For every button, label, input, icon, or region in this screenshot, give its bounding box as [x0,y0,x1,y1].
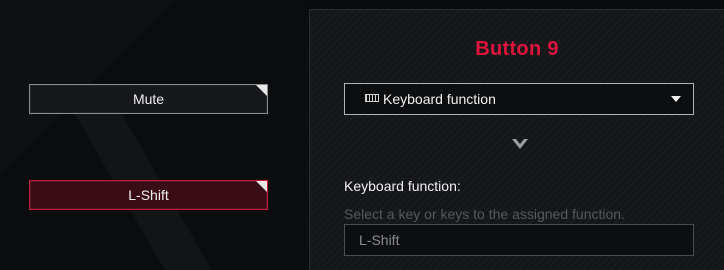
keyboard-icon [365,94,379,102]
assignment-panel: Button 9 Keyboard function Keyboard func… [309,9,724,270]
lshift-button-label: L-Shift [128,187,169,203]
mute-button[interactable]: Mute [29,84,268,114]
corner-marker-icon [256,181,267,192]
corner-marker-icon [256,85,267,96]
function-label: Keyboard function: [344,178,461,194]
lshift-button[interactable]: L-Shift [29,180,268,210]
panel-title: Button 9 [475,38,559,60]
mute-button-label: Mute [132,91,165,107]
key-assignment-input[interactable] [344,224,694,256]
dropdown-selected-value: Keyboard function [383,91,496,107]
chevron-down-icon [512,139,528,149]
caret-down-icon [671,96,681,102]
button-list-pane: Mute L-Shift [0,0,310,270]
function-hint: Select a key or keys to the assigned fun… [344,206,625,222]
function-type-dropdown[interactable]: Keyboard function [344,83,694,115]
